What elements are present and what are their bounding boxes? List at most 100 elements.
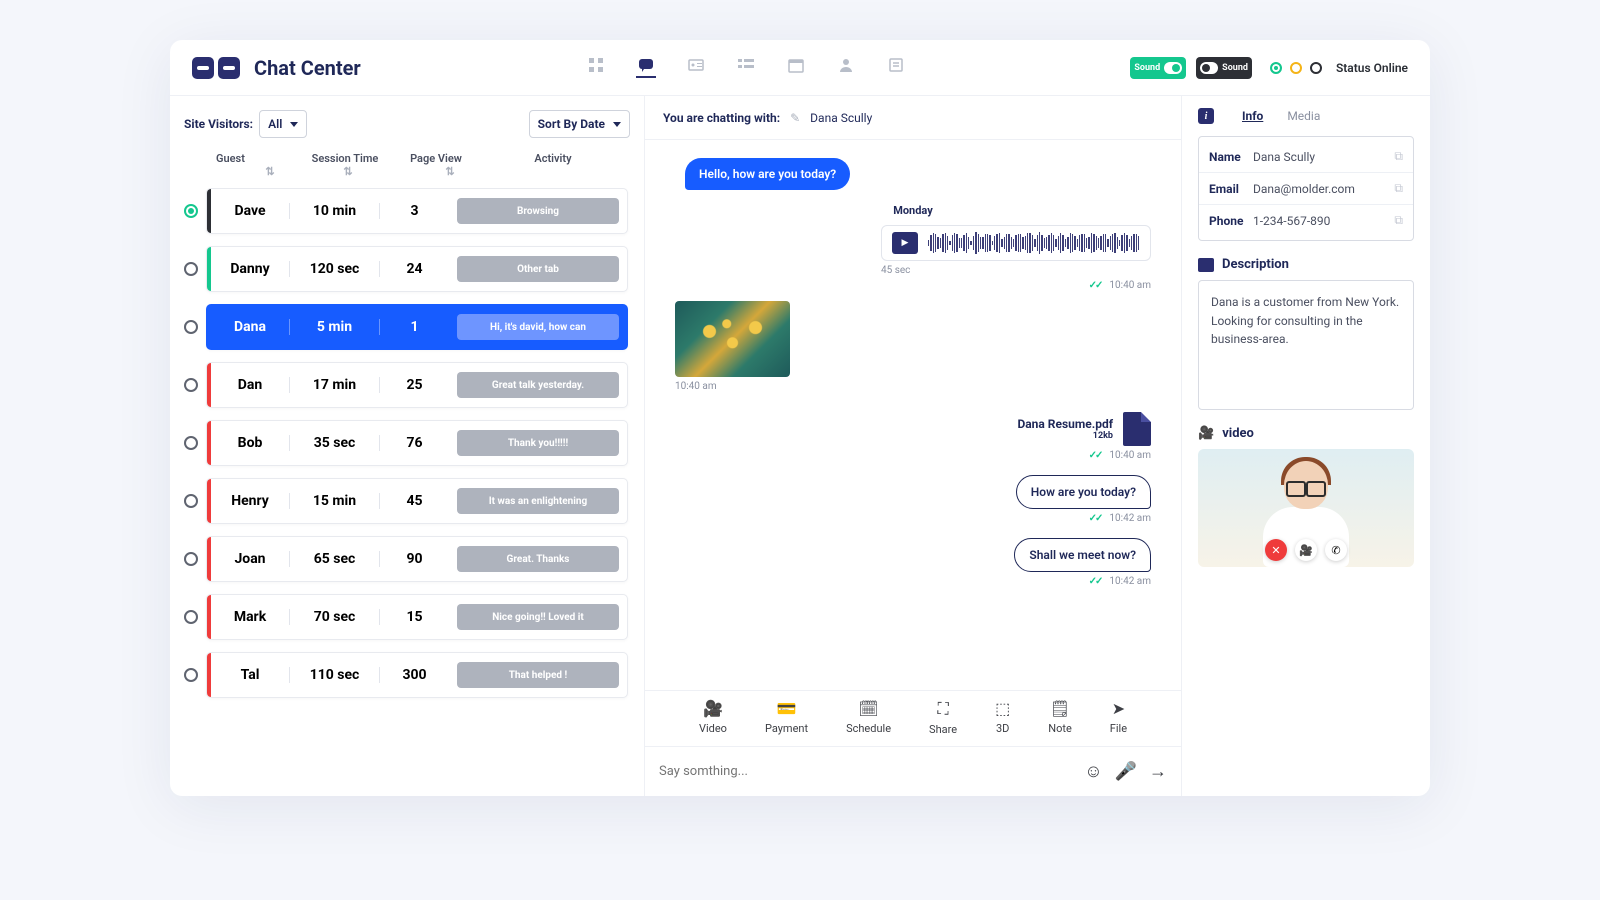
status-dot-away-icon[interactable] bbox=[1290, 62, 1302, 74]
video-thumbnail[interactable]: ✕ 🎥 ✆ bbox=[1198, 449, 1414, 567]
tool-video[interactable]: 🎥Video bbox=[699, 699, 727, 736]
visitor-list[interactable]: Dave10 min3Browsing Danny120 sec24Other t… bbox=[184, 188, 630, 786]
tool-note[interactable]: 🗒Note bbox=[1048, 699, 1072, 736]
col-guest[interactable]: Guest⇅ bbox=[216, 152, 294, 178]
row-radio[interactable] bbox=[184, 610, 198, 624]
activity-pill: Great talk yesterday. bbox=[457, 372, 619, 398]
visitor-row[interactable]: Tal110 sec300That helped ! bbox=[184, 652, 628, 698]
contact-card: Name Dana Scully ⧉ Email Dana@molder.com… bbox=[1198, 136, 1414, 241]
visitors-filter-select[interactable]: All bbox=[259, 110, 307, 138]
video-hangup-button[interactable]: ✕ bbox=[1265, 539, 1287, 561]
emoji-icon[interactable]: ☺ bbox=[1084, 761, 1102, 782]
visitor-row[interactable]: Dan17 min25Great talk yesterday. bbox=[184, 362, 628, 408]
mic-icon[interactable]: 🎤 bbox=[1115, 761, 1137, 782]
video-controls: ✕ 🎥 ✆ bbox=[1265, 539, 1347, 561]
visitor-card[interactable]: Dave10 min3Browsing bbox=[206, 188, 628, 234]
page-views: 15 bbox=[379, 609, 449, 625]
note-icon: 🗒 bbox=[1050, 699, 1070, 718]
read-receipt-icon: ✓✓ bbox=[1089, 280, 1102, 291]
chat-body[interactable]: Hello, how are you today? Monday ▶ 45 se… bbox=[645, 140, 1181, 690]
chat-header: You are chatting with: ✎ Dana Scully bbox=[645, 96, 1181, 140]
row-radio[interactable] bbox=[184, 494, 198, 508]
visitor-card[interactable]: Danny120 sec24Other tab bbox=[206, 246, 628, 292]
activity-cell: Great. Thanks bbox=[449, 546, 627, 572]
topbar: Chat Center Sound Sound bbox=[170, 40, 1430, 96]
visitor-row[interactable]: Dave10 min3Browsing bbox=[184, 188, 628, 234]
contact-email-row: Email Dana@molder.com ⧉ bbox=[1199, 173, 1413, 205]
visitor-card[interactable]: Tal110 sec300That helped ! bbox=[206, 652, 628, 698]
activity-cell: That helped ! bbox=[449, 662, 627, 688]
visitor-card[interactable]: Henry15 min45It was an enlightening bbox=[206, 478, 628, 524]
tool-file[interactable]: ➤File bbox=[1110, 699, 1127, 736]
tool-schedule[interactable]: 🗓Schedule bbox=[846, 699, 891, 736]
visitor-card[interactable]: Mark70 sec15Nice going!! Loved it bbox=[206, 594, 628, 640]
nav-person-icon[interactable] bbox=[836, 58, 856, 78]
status-dot-offline-icon[interactable] bbox=[1310, 62, 1322, 74]
guest-name: Dan bbox=[211, 377, 289, 393]
session-time: 5 min bbox=[289, 319, 379, 335]
nav-grid-icon[interactable] bbox=[586, 58, 606, 78]
image-thumbnail[interactable] bbox=[675, 301, 790, 377]
nav-note-icon[interactable] bbox=[886, 58, 906, 78]
row-radio[interactable] bbox=[184, 552, 198, 566]
status-dot-online-icon[interactable] bbox=[1270, 62, 1282, 74]
video-call-button[interactable]: ✆ bbox=[1325, 539, 1347, 561]
visitor-row[interactable]: Henry15 min45It was an enlightening bbox=[184, 478, 628, 524]
description-body: Dana is a customer from New York. Lookin… bbox=[1198, 280, 1414, 410]
filter-bar: Site Visitors: All Sort By Date bbox=[184, 110, 630, 138]
sound-off-toggle[interactable]: Sound bbox=[1196, 57, 1252, 79]
session-time: 17 min bbox=[289, 377, 379, 393]
col-pageview[interactable]: Page View⇅ bbox=[396, 152, 476, 178]
nav-calendar-icon[interactable] bbox=[786, 58, 806, 78]
top-right-controls: Sound Sound Status Online bbox=[1130, 57, 1408, 79]
edit-contact-icon[interactable]: ✎ bbox=[790, 111, 800, 125]
video-icon: 🎥 bbox=[1198, 426, 1214, 441]
copy-icon[interactable]: ⧉ bbox=[1394, 149, 1403, 164]
page-views: 45 bbox=[379, 493, 449, 509]
reply2-timestamp: 10:42 am bbox=[1109, 576, 1151, 587]
nav-id-card-icon[interactable] bbox=[686, 58, 706, 78]
video-heading: 🎥 video bbox=[1198, 426, 1414, 441]
visitor-row[interactable]: Dana5 min1Hi, it's david, how can bbox=[184, 304, 628, 350]
nav-chat-icon[interactable] bbox=[636, 58, 656, 78]
row-radio[interactable] bbox=[184, 668, 198, 682]
file-icon[interactable] bbox=[1123, 412, 1151, 446]
visitor-card[interactable]: Dan17 min25Great talk yesterday. bbox=[206, 362, 628, 408]
visitor-card[interactable]: Joan65 sec90Great. Thanks bbox=[206, 536, 628, 582]
row-radio[interactable] bbox=[184, 320, 198, 334]
tool-share[interactable]: ⛶Share bbox=[929, 699, 957, 736]
audio-play-button[interactable]: ▶ bbox=[892, 232, 918, 254]
file-message: Dana Resume.pdf 12kb bbox=[675, 412, 1151, 446]
visitor-row[interactable]: Danny120 sec24Other tab bbox=[184, 246, 628, 292]
row-radio[interactable] bbox=[184, 436, 198, 450]
tool-payment[interactable]: 💳Payment bbox=[765, 699, 808, 736]
row-radio[interactable] bbox=[184, 378, 198, 392]
visitor-card[interactable]: Bob35 sec76Thank you!!!!! bbox=[206, 420, 628, 466]
video-camera-button[interactable]: 🎥 bbox=[1295, 539, 1317, 561]
sort-select[interactable]: Sort By Date bbox=[529, 110, 630, 138]
tool-3d[interactable]: ⬚3D bbox=[995, 699, 1010, 736]
visitor-row[interactable]: Bob35 sec76Thank you!!!!! bbox=[184, 420, 628, 466]
visitor-row[interactable]: Mark70 sec15Nice going!! Loved it bbox=[184, 594, 628, 640]
page-views: 3 bbox=[379, 203, 449, 219]
tab-info[interactable]: Info bbox=[1242, 109, 1263, 123]
logo-icon bbox=[192, 57, 240, 79]
waveform-icon[interactable] bbox=[928, 232, 1140, 254]
contact-name: Dana Scully bbox=[1253, 150, 1394, 164]
row-radio[interactable] bbox=[184, 262, 198, 276]
tab-media[interactable]: Media bbox=[1287, 109, 1320, 123]
activity-cell: It was an enlightening bbox=[449, 488, 627, 514]
visitor-row[interactable]: Joan65 sec90Great. Thanks bbox=[184, 536, 628, 582]
nav-list-icon[interactable] bbox=[736, 58, 756, 78]
message-input[interactable] bbox=[659, 764, 1072, 779]
guest-name: Tal bbox=[211, 667, 289, 683]
copy-icon[interactable]: ⧉ bbox=[1394, 181, 1403, 196]
row-radio[interactable] bbox=[184, 204, 198, 218]
send-icon[interactable]: → bbox=[1149, 761, 1167, 782]
activity-cell: Other tab bbox=[449, 256, 627, 282]
copy-icon[interactable]: ⧉ bbox=[1394, 213, 1403, 228]
visitor-card[interactable]: Dana5 min1Hi, it's david, how can bbox=[206, 304, 628, 350]
sound-on-toggle[interactable]: Sound bbox=[1130, 57, 1186, 79]
col-session[interactable]: Session Time⇅ bbox=[294, 152, 396, 178]
session-time: 110 sec bbox=[289, 667, 379, 683]
